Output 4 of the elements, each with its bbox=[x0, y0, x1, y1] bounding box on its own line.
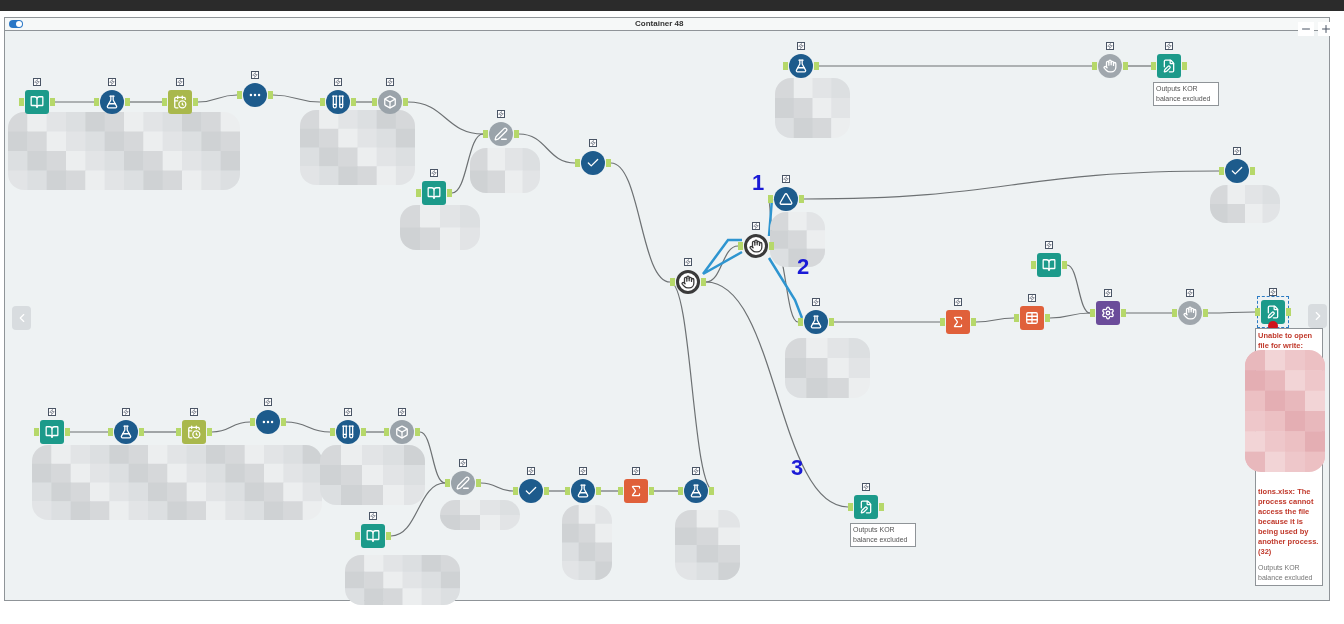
step-number: 2 bbox=[797, 256, 810, 278]
step-number: 3 bbox=[791, 457, 804, 479]
step-number: 1 bbox=[752, 172, 765, 194]
container-title: Container 48 bbox=[635, 18, 684, 30]
